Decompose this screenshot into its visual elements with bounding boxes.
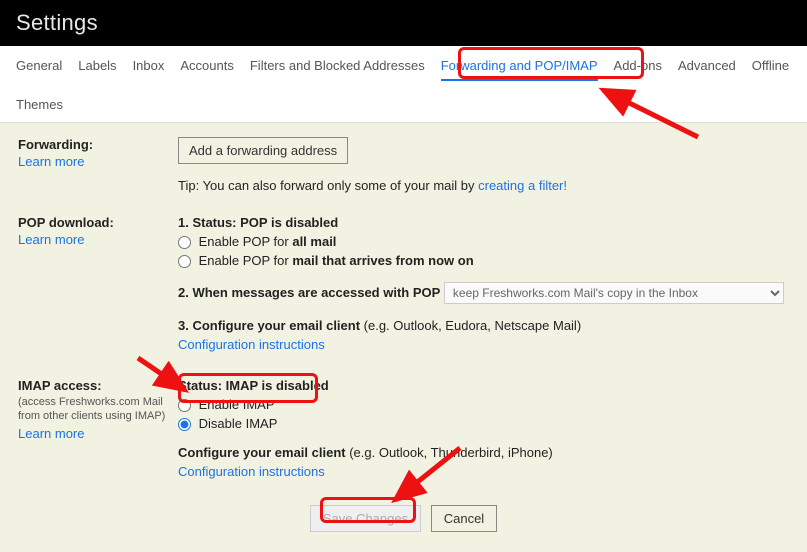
add-forwarding-address-button[interactable]: Add a forwarding address (178, 137, 348, 164)
tab-inbox[interactable]: Inbox (133, 58, 165, 81)
tab-labels[interactable]: Labels (78, 58, 116, 81)
pop-enable-all-bold: all mail (292, 234, 336, 249)
pop-action-select[interactable]: keep Freshworks.com Mail's copy in the I… (444, 282, 784, 304)
imap-config-rest: (e.g. Outlook, Thunderbird, iPhone) (346, 445, 553, 460)
forwarding-tip: Tip: You can also forward only some of y… (178, 178, 789, 193)
tab-themes[interactable]: Themes (16, 97, 63, 118)
pop-enable-all-radio[interactable] (178, 236, 191, 249)
imap-config-bold: Configure your email client (178, 445, 346, 460)
forwarding-label: Forwarding: (18, 137, 170, 152)
imap-section: IMAP access: (access Freshworks.com Mail… (18, 378, 789, 483)
tab-filters[interactable]: Filters and Blocked Addresses (250, 58, 425, 81)
cancel-button[interactable]: Cancel (431, 505, 497, 532)
pop-enable-all-text: Enable POP for (199, 234, 293, 249)
pop-enable-new-row[interactable]: Enable POP for mail that arrives from no… (178, 253, 789, 268)
pop-section: POP download: Learn more 1. Status: POP … (18, 215, 789, 356)
tab-addons[interactable]: Add-ons (614, 58, 662, 81)
save-changes-button[interactable]: Save Changes (310, 505, 421, 532)
pop-enable-new-bold: mail that arrives from now on (292, 253, 473, 268)
tab-forwarding-pop-imap[interactable]: Forwarding and POP/IMAP (441, 58, 598, 81)
pop-enable-new-text: Enable POP for (199, 253, 293, 268)
forwarding-learn-more-link[interactable]: Learn more (18, 154, 84, 169)
imap-disable-text: Disable IMAP (199, 416, 278, 431)
pop-learn-more-link[interactable]: Learn more (18, 232, 84, 247)
create-filter-link[interactable]: creating a filter! (478, 178, 567, 193)
imap-enable-text: Enable IMAP (199, 397, 275, 412)
page-title: Settings (0, 0, 807, 46)
forwarding-section: Forwarding: Learn more Add a forwarding … (18, 137, 789, 193)
tab-accounts[interactable]: Accounts (180, 58, 233, 81)
tab-advanced[interactable]: Advanced (678, 58, 736, 81)
pop-step2-label: 2. When messages are accessed with POP (178, 285, 440, 300)
imap-config-instructions-link[interactable]: Configuration instructions (178, 464, 325, 479)
pop-label: POP download: (18, 215, 170, 230)
forwarding-tip-text: Tip: You can also forward only some of y… (178, 178, 478, 193)
pop-enable-all-row[interactable]: Enable POP for all mail (178, 234, 789, 249)
imap-disable-radio[interactable] (178, 418, 191, 431)
pop-step3-bold: 3. Configure your email client (178, 318, 360, 333)
pop-config-instructions-link[interactable]: Configuration instructions (178, 337, 325, 352)
imap-learn-more-link[interactable]: Learn more (18, 426, 84, 441)
pop-enable-new-radio[interactable] (178, 255, 191, 268)
imap-sublabel: (access Freshworks.com Mail from other c… (18, 395, 170, 424)
tab-general[interactable]: General (16, 58, 62, 81)
footer-buttons: Save Changes Cancel (18, 491, 789, 532)
imap-enable-radio[interactable] (178, 399, 191, 412)
imap-label: IMAP access: (18, 378, 170, 393)
tab-offline[interactable]: Offline (752, 58, 789, 81)
imap-disable-row[interactable]: Disable IMAP (178, 416, 789, 431)
imap-enable-row[interactable]: Enable IMAP (178, 397, 789, 412)
pop-status: 1. Status: POP is disabled (178, 215, 789, 230)
settings-tabs: General Labels Inbox Accounts Filters an… (0, 46, 807, 123)
imap-status: Status: IMAP is disabled (178, 378, 789, 393)
pop-step3-rest: (e.g. Outlook, Eudora, Netscape Mail) (360, 318, 581, 333)
